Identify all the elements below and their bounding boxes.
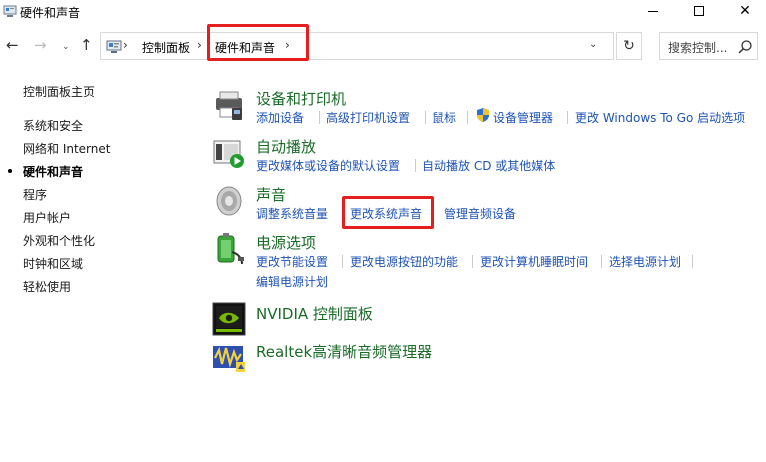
refresh-button[interactable]: ↻ [616,32,642,60]
window-title: 硬件和声音 [20,6,81,20]
maximize-button[interactable] [676,0,722,24]
sidebar-item-network[interactable]: 网络和 Internet [23,140,110,157]
title-bar: 硬件和声音 ✕ [0,0,766,24]
breadcrumb-separator[interactable]: › [123,38,128,52]
link-divider [342,255,343,268]
sidebar-item-ease-of-access[interactable]: 轻松使用 [23,278,71,295]
power-icon [217,233,244,265]
link-change-power-saving[interactable]: 更改节能设置 [256,253,328,270]
category-title[interactable]: 电源选项 [256,232,316,253]
breadcrumb-control-panel[interactable]: 控制面板 [142,39,190,56]
sidebar-item-hardware-sound[interactable]: 硬件和声音 [8,163,84,180]
category-title[interactable]: 声音 [256,184,286,205]
category-title[interactable]: 自动播放 [256,136,316,157]
address-dropdown-button[interactable]: ⌄ [589,39,597,50]
category-title[interactable]: NVIDIA 控制面板 [256,303,373,324]
speaker-icon [216,186,242,216]
link-divider [415,159,416,172]
realtek-icon [213,346,245,372]
link-divider [601,255,602,268]
highlight-box-link [342,196,434,229]
shield-icon [477,108,489,122]
minimize-icon [648,11,658,12]
autoplay-icon [213,140,244,168]
link-manage-audio-devices[interactable]: 管理音频设备 [444,205,516,222]
active-bullet-icon [8,169,12,173]
minimize-button[interactable] [630,0,676,24]
search-icon[interactable] [737,39,753,55]
link-divider [472,255,473,268]
link-windows-to-go[interactable]: 更改 Windows To Go 启动选项 [575,109,745,126]
sidebar-item-system-security[interactable]: 系统和安全 [23,117,83,134]
forward-button[interactable]: → [34,36,47,54]
link-add-device[interactable]: 添加设备 [256,109,304,126]
link-device-manager[interactable]: 设备管理器 [493,109,553,126]
link-mouse[interactable]: 鼠标 [432,109,456,126]
link-change-media-defaults[interactable]: 更改媒体或设备的默认设置 [256,157,400,174]
address-bar[interactable]: › 控制面板 › 硬件和声音 › ⌄ [100,32,614,60]
sidebar-item-label: 硬件和声音 [23,165,84,179]
link-edit-power-plan[interactable]: 编辑电源计划 [256,273,328,290]
link-divider [467,111,468,124]
link-power-button-function[interactable]: 更改电源按钮的功能 [350,253,458,270]
sidebar-item-appearance[interactable]: 外观和个性化 [23,232,95,249]
sidebar-item-clock-region[interactable]: 时钟和区域 [23,255,83,272]
close-button[interactable]: ✕ [722,0,766,24]
link-autoplay-cd[interactable]: 自动播放 CD 或其他媒体 [422,157,555,174]
maximize-icon [694,6,704,16]
highlight-box-address [207,24,309,61]
sidebar-item-user-accounts[interactable]: 用户帐户 [23,209,71,226]
link-divider [319,111,320,124]
up-button[interactable]: ↑ [80,36,93,54]
search-placeholder: 搜索控制... [668,41,728,55]
breadcrumb-separator[interactable]: › [197,38,202,52]
nvidia-icon [212,302,246,336]
recent-locations-button[interactable]: ⌄ [62,38,70,56]
link-divider [692,255,693,268]
app-icon [3,5,17,17]
link-adjust-volume[interactable]: 调整系统音量 [256,205,328,222]
link-advanced-printer-setup[interactable]: 高级打印机设置 [326,109,410,126]
control-panel-icon [106,40,122,53]
printer-icon [216,91,242,120]
category-title[interactable]: 设备和打印机 [256,88,346,109]
link-divider [567,111,568,124]
back-button[interactable]: ← [6,36,19,54]
category-title[interactable]: Realtek高清晰音频管理器 [256,341,432,362]
search-input[interactable]: 搜索控制... [659,32,758,60]
link-choose-power-plan[interactable]: 选择电源计划 [609,253,681,270]
navigation-bar: ← → ⌄ ↑ › 控制面板 › 硬件和声音 › ⌄ ↻ 搜索控制... [0,30,766,62]
sidebar-home-link[interactable]: 控制面板主页 [23,83,95,100]
sidebar-item-programs[interactable]: 程序 [23,186,47,203]
link-divider [425,111,426,124]
link-computer-sleep-time[interactable]: 更改计算机睡眠时间 [480,253,588,270]
